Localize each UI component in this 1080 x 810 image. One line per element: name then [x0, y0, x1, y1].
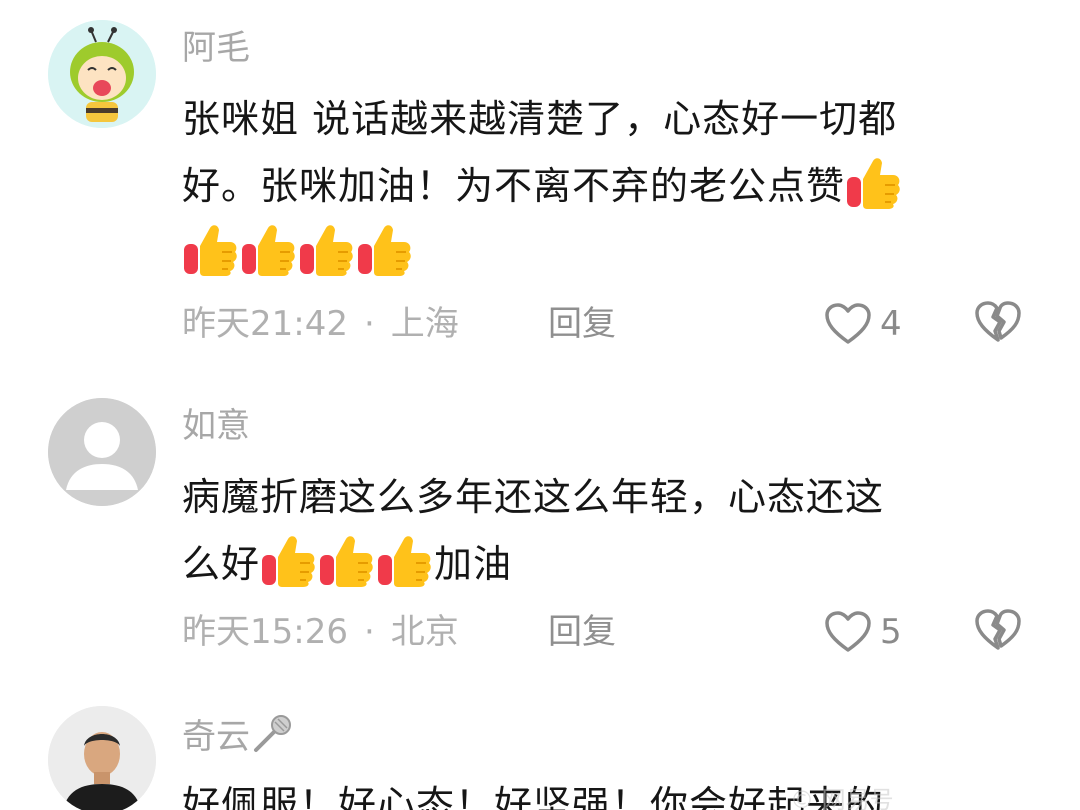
comment-line-suffix: 加油 — [434, 542, 513, 586]
heart-icon — [824, 610, 872, 654]
comment-line: 张咪姐 说话越来越清楚了，心态好一切都 — [182, 97, 898, 141]
thumbs-up-emoji-icon — [376, 533, 432, 587]
comment-line-text: 好。张咪加油！为不离不弃的老公点赞 — [182, 164, 846, 208]
broken-heart-icon — [974, 300, 1022, 344]
heart-icon — [824, 302, 872, 346]
username[interactable]: 阿毛 — [182, 28, 250, 68]
photo-user-avatar — [48, 706, 156, 810]
like-count: 4 — [880, 304, 902, 344]
thumbs-up-emoji-icon — [182, 222, 238, 276]
avatar[interactable] — [48, 398, 156, 506]
emoji-row — [182, 220, 1022, 287]
location: 北京 — [390, 612, 459, 652]
comment-line: 病魔折磨这么多年还这么年轻，心态还这 — [182, 475, 885, 519]
username[interactable]: 如意 — [182, 406, 250, 446]
username[interactable]: 奇云 — [182, 714, 294, 757]
comment-line: 么好 加油 — [182, 531, 1022, 598]
reply-button[interactable]: 回复 — [548, 610, 616, 654]
dislike-button[interactable] — [974, 300, 1024, 348]
avatar[interactable] — [48, 706, 156, 810]
comment-line: 好佩服！好心态！好坚强！你会好起来的 — [182, 783, 885, 810]
microphone-icon — [254, 715, 291, 752]
comment-text: 好佩服！好心态！好坚强！你会好起来的 — [182, 772, 1022, 810]
avatar[interactable] — [48, 20, 156, 128]
comment-list: 阿毛 张咪姐 说话越来越清楚了，心态好一切都 好。张咪加油！为不离不弃的老公点赞… — [0, 0, 1080, 810]
thumbs-up-emoji-icon — [240, 222, 296, 276]
thumbs-up-emoji-icon — [318, 533, 374, 587]
like-count: 5 — [880, 612, 902, 652]
separator: · — [363, 612, 375, 652]
comment-meta: 昨天15:26 · 北京 — [182, 610, 459, 654]
timestamp: 昨天21:42 — [182, 304, 348, 344]
cartoon-bee-avatar — [48, 20, 156, 128]
reply-button[interactable]: 回复 — [548, 302, 616, 346]
thumbs-up-emoji-icon — [298, 222, 354, 276]
separator: · — [363, 304, 375, 344]
like-button[interactable]: 5 — [824, 608, 924, 656]
default-user-avatar — [48, 398, 156, 506]
timestamp: 昨天15:26 — [182, 612, 348, 652]
location: 上海 — [390, 304, 459, 344]
dislike-button[interactable] — [974, 608, 1024, 656]
comment-text: 病魔折磨这么多年还这么年轻，心态还这 么好 加油 — [182, 464, 1022, 598]
comment-meta: 昨天21:42 · 上海 — [182, 302, 459, 346]
username-text: 奇云 — [182, 717, 250, 757]
watermark: © 网易号 — [790, 786, 894, 810]
like-button[interactable]: 4 — [824, 300, 924, 348]
thumbs-up-emoji-icon — [845, 155, 901, 209]
thumbs-up-emoji-icon — [260, 533, 316, 587]
comment-text: 张咪姐 说话越来越清楚了，心态好一切都 好。张咪加油！为不离不弃的老公点赞 — [182, 86, 1022, 287]
thumbs-up-emoji-icon — [356, 222, 412, 276]
broken-heart-icon — [974, 608, 1022, 652]
comment-line: 好。张咪加油！为不离不弃的老公点赞 — [182, 153, 1022, 220]
comment-line-text: 么好 — [182, 542, 261, 586]
